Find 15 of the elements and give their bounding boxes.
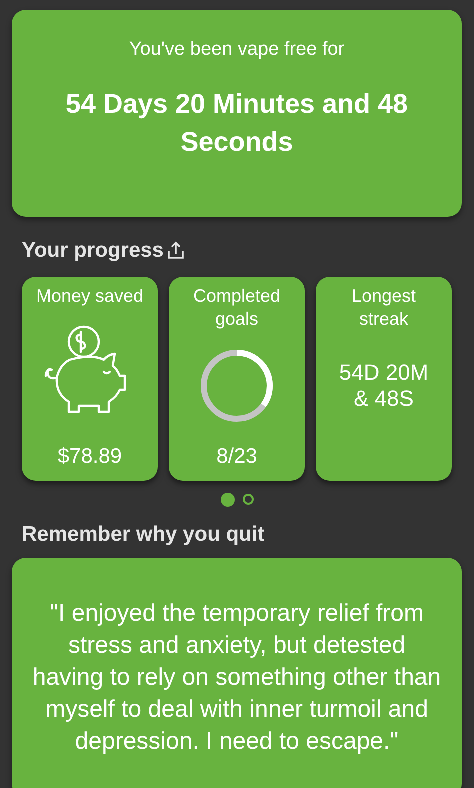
share-icon[interactable] bbox=[166, 241, 185, 260]
stat-card[interactable]: Longest streak 54D 20M & 48S bbox=[316, 276, 452, 480]
card-label: Money saved bbox=[35, 284, 145, 308]
stat-card[interactable]: Completed goals 8/23 bbox=[169, 276, 305, 480]
quote-text: "I enjoyed the temporary relief from stress and anxiety, but detested having to rely on something other than myself to deal with inner turmoil and depression. I need to escape." bbox=[32, 599, 442, 757]
section-title: Your progress bbox=[22, 238, 164, 264]
section-title: Remember why you quit bbox=[22, 522, 266, 548]
card-label: Longest streak bbox=[350, 284, 418, 330]
stat-card[interactable]: Money saved $78.89 bbox=[22, 276, 158, 480]
timer-duration: 54 Days 20 Minutes and 48 Seconds bbox=[64, 88, 410, 158]
card-value: $78.89 bbox=[58, 444, 122, 470]
card-value: 8/23 bbox=[216, 444, 258, 470]
card-value: 54D 20M & 48S bbox=[338, 360, 430, 412]
card-label: Completed goals bbox=[192, 284, 282, 330]
timer-subtitle: You've been vape free for bbox=[129, 38, 345, 62]
